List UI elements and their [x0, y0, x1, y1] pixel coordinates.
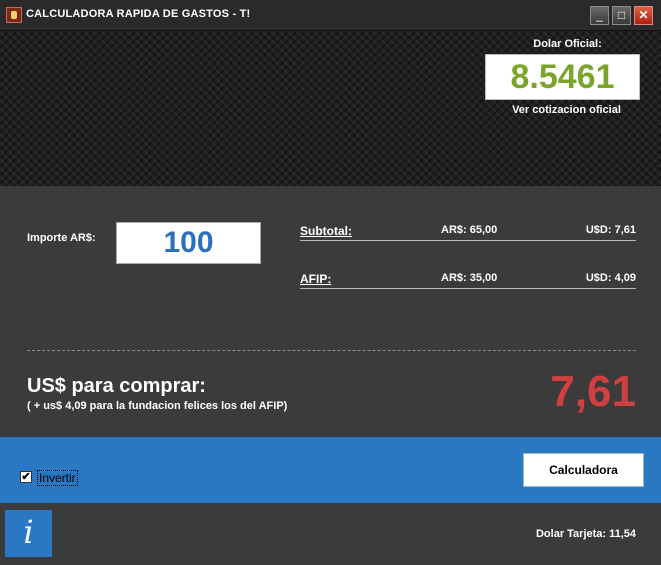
dolar-tarjeta-label: Dolar Tarjeta:: [535, 528, 607, 540]
divider: [27, 350, 636, 351]
minimize-button[interactable]: _: [590, 6, 609, 25]
ver-cotizacion-link[interactable]: Ver cotizacion oficial: [485, 104, 648, 116]
importe-label: Importe AR$:: [27, 232, 96, 244]
importe-input[interactable]: [116, 222, 261, 264]
invertir-label[interactable]: Invertir: [37, 470, 78, 486]
afip-row: AFIP: AR$: 35,00 U$D: 4,09: [300, 270, 636, 289]
dolar-tarjeta: Dolar Tarjeta: 11,54: [533, 528, 636, 540]
subtotal-usd: U$D: 7,61: [585, 224, 636, 236]
info-icon[interactable]: i: [5, 510, 52, 557]
afip-ars: AR$: 35,00: [441, 272, 498, 284]
maximize-button[interactable]: □: [612, 6, 631, 25]
title-bar: CALCULADORA RAPIDA DE GASTOS - T! _ □ ✕: [0, 0, 661, 31]
app-icon: [6, 7, 22, 23]
invertir-checkbox[interactable]: ✔: [20, 471, 32, 483]
app-window: CALCULADORA RAPIDA DE GASTOS - T! _ □ ✕ …: [0, 0, 661, 565]
dolar-oficial-label: Dolar Oficial:: [533, 38, 602, 50]
result-value: 7,61: [550, 367, 636, 416]
subtotal-ars: AR$: 65,00: [441, 224, 498, 236]
result-subtitle: ( + us$ 4,09 para la fundacion felices l…: [27, 400, 288, 412]
window-title: CALCULADORA RAPIDA DE GASTOS - T!: [26, 8, 251, 20]
afip-usd: U$D: 4,09: [585, 272, 636, 284]
close-button[interactable]: ✕: [634, 6, 653, 25]
subtotal-row: Subtotal: AR$: 65,00 U$D: 7,61: [300, 222, 636, 241]
subtotal-label: Subtotal:: [300, 224, 352, 238]
dolar-oficial-value: 8.5461: [485, 54, 640, 100]
afip-label: AFIP:: [300, 272, 332, 286]
calculadora-button[interactable]: Calculadora: [523, 453, 644, 487]
result-title: US$ para comprar:: [27, 375, 206, 397]
dolar-tarjeta-value: 11,54: [609, 528, 636, 540]
